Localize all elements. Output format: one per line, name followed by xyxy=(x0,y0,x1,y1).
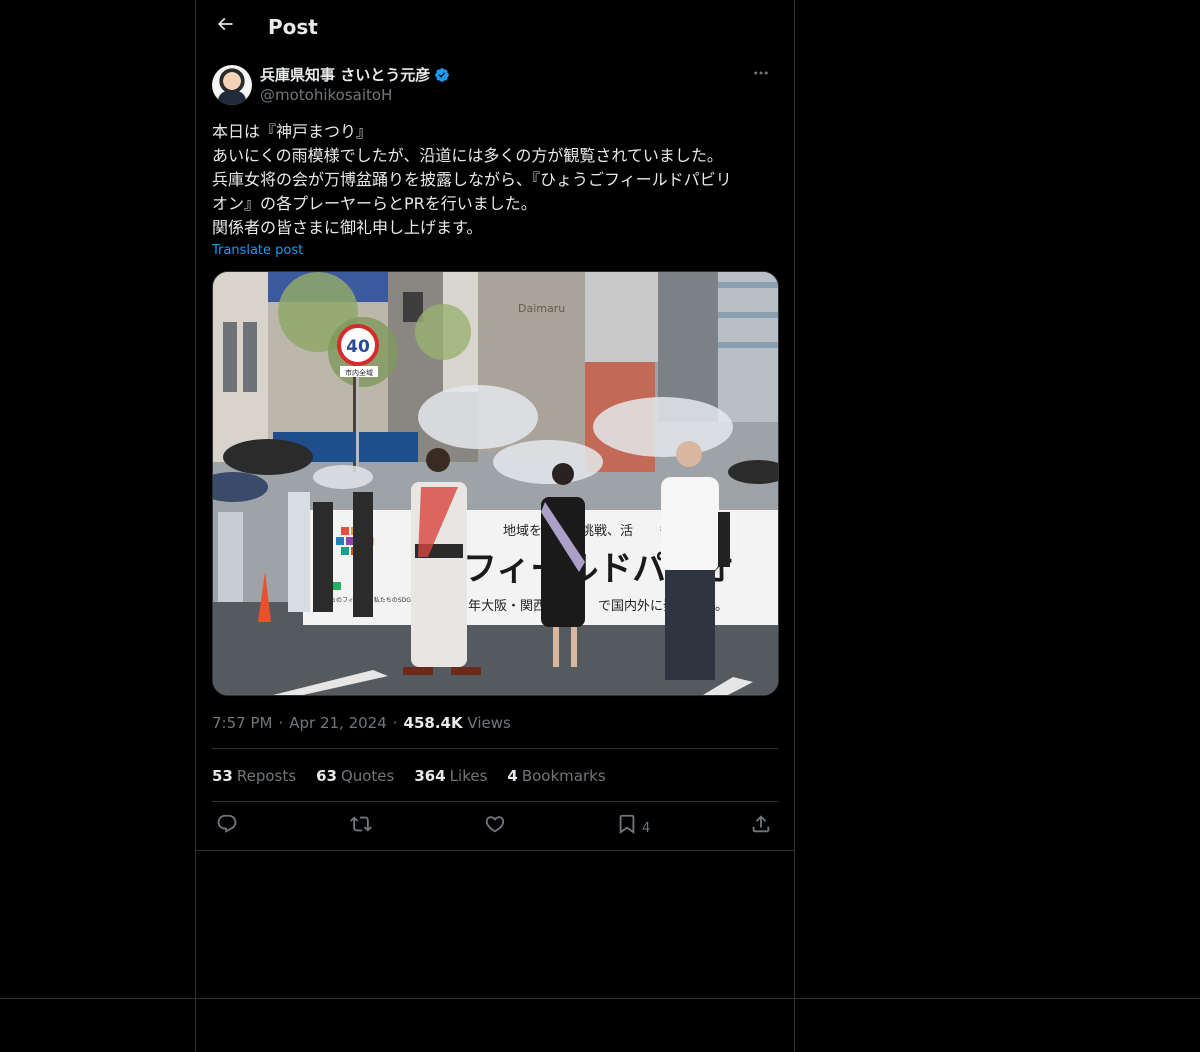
post-header: Post xyxy=(196,0,794,53)
heart-icon xyxy=(484,813,506,839)
post-text-line: オン』の各プレーヤーらとPRを行いました。 xyxy=(212,194,537,213)
post-actions: 4 xyxy=(212,811,778,841)
repost-icon xyxy=(350,813,372,839)
page-title: Post xyxy=(268,15,318,39)
stat-reposts[interactable]: 53 Reposts xyxy=(212,766,296,786)
share-button[interactable] xyxy=(750,811,772,841)
author-names: 兵庫県知事 さいとう元彦 @motohikosaitoH xyxy=(260,64,450,105)
banner-text-top: 地域を る挑戦、活 もの xyxy=(503,524,685,539)
post-text-line: 関係者の皆さまに御礼申し上げます。 xyxy=(212,218,483,237)
photo-illustration: Daimaru 40 市内全域 私たちのフィールド 私たちのSDGs 地域を る… xyxy=(213,272,778,695)
verified-badge-icon[interactable] xyxy=(434,67,450,83)
stat-bookmarks[interactable]: 4 Bookmarks xyxy=(507,766,605,786)
stat-quotes[interactable]: 63 Quotes xyxy=(316,766,394,786)
stat-label: Quotes xyxy=(340,767,395,785)
divider xyxy=(212,801,778,802)
divider xyxy=(212,748,778,749)
post-stats: 53 Reposts 63 Quotes 364 Likes 4 Bookmarks xyxy=(212,766,626,786)
repost-button[interactable] xyxy=(350,811,372,841)
author-row: 兵庫県知事 さいとう元彦 @motohikosaitoH xyxy=(212,64,778,106)
bookmark-count: 4 xyxy=(642,820,651,836)
stat-count: 4 xyxy=(507,767,518,785)
post-meta: 7:57 PM · Apr 21, 2024 · 458.4K Views xyxy=(212,713,511,733)
back-button[interactable] xyxy=(208,9,242,43)
meta-separator: · xyxy=(392,714,398,732)
reply-button[interactable] xyxy=(216,811,238,841)
speed-sign-subtext: 市内全域 xyxy=(345,368,373,377)
author-handle[interactable]: @motohikosaitoH xyxy=(260,85,450,105)
views-label: Views xyxy=(467,714,511,732)
post-text-line: あいにくの雨模様でしたが、沿道には多くの方が観覧されていました。 xyxy=(212,146,723,165)
stat-count: 63 xyxy=(316,767,337,785)
translate-post-link[interactable]: Translate post xyxy=(212,242,303,260)
post-time[interactable]: 7:57 PM xyxy=(212,714,272,732)
primary-column: Post 兵庫県知事 さいとう元彦 @motohikosaitoH 本日は『神戸… xyxy=(195,0,795,1052)
stat-count: 53 xyxy=(212,767,233,785)
post-text-line: 兵庫女将の会が万博盆踊りを披露しながら、『ひょうごフィールドパビリ xyxy=(212,170,732,189)
post-text: 本日は『神戸まつり』 あいにくの雨模様でしたが、沿道には多くの方が観覧されていま… xyxy=(212,120,778,240)
more-horizontal-icon xyxy=(752,64,770,86)
bookmark-button[interactable]: 4 xyxy=(616,811,650,841)
stat-label: Reposts xyxy=(236,767,297,785)
shop-sign-text: Daimaru xyxy=(518,302,565,315)
bookmark-icon xyxy=(616,813,638,839)
more-options-button[interactable] xyxy=(744,64,778,86)
post-text-line: 本日は『神戸まつり』 xyxy=(212,122,373,141)
share-icon xyxy=(750,813,772,839)
avatar[interactable] xyxy=(212,65,252,105)
meta-separator: · xyxy=(278,714,284,732)
stat-label: Bookmarks xyxy=(521,767,606,785)
stat-count: 364 xyxy=(414,767,446,785)
thread-divider xyxy=(196,850,794,851)
arrow-left-icon xyxy=(215,14,235,38)
views-count: 458.4K xyxy=(403,714,463,732)
display-name-row: 兵庫県知事 さいとう元彦 xyxy=(260,64,450,85)
bottom-divider xyxy=(0,998,1200,999)
page: Post 兵庫県知事 さいとう元彦 @motohikosaitoH 本日は『神戸… xyxy=(0,0,1200,1052)
post-date[interactable]: Apr 21, 2024 xyxy=(289,714,387,732)
like-button[interactable] xyxy=(484,811,506,841)
reply-icon xyxy=(216,813,238,839)
author-display-name[interactable]: 兵庫県知事 さいとう元彦 xyxy=(260,64,430,85)
stat-label: Likes xyxy=(449,767,488,785)
stat-likes[interactable]: 364 Likes xyxy=(414,766,487,786)
speed-sign-number: 40 xyxy=(346,337,370,357)
post-photo[interactable]: Daimaru 40 市内全域 私たちのフィールド 私たちのSDGs 地域を る… xyxy=(212,271,779,696)
